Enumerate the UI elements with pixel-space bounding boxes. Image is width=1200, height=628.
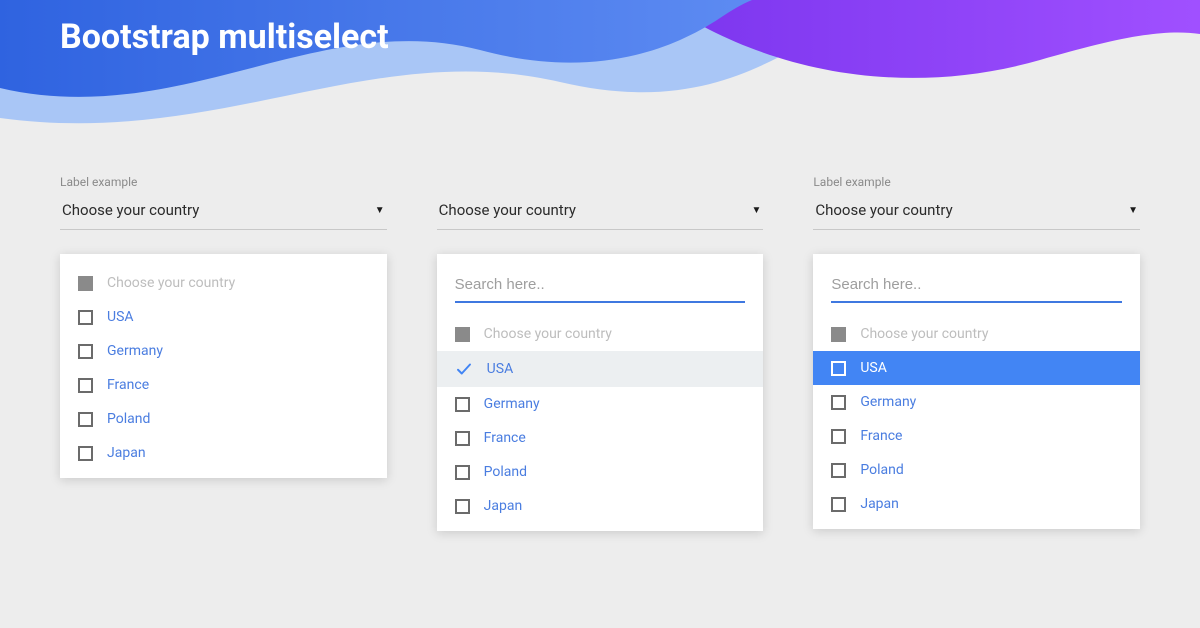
caret-down-icon: ▼ xyxy=(751,205,761,216)
search-wrap xyxy=(437,266,764,317)
checkbox-icon xyxy=(455,397,470,412)
option-usa[interactable]: USA xyxy=(813,351,1140,385)
option-usa[interactable]: USA xyxy=(437,351,764,387)
page-title: Bootstrap multiselect xyxy=(60,18,389,57)
hero-banner: Bootstrap multiselect xyxy=(0,0,1200,160)
select-all-indicator xyxy=(78,276,93,291)
search-input[interactable] xyxy=(831,272,1122,303)
option-placeholder: Choose your country xyxy=(813,317,1140,351)
option-placeholder: Choose your country xyxy=(60,266,387,300)
caret-down-icon: ▼ xyxy=(375,205,385,216)
select-all-indicator xyxy=(455,327,470,342)
checkbox-icon xyxy=(78,310,93,325)
checkbox-icon xyxy=(831,497,846,512)
option-poland[interactable]: Poland xyxy=(60,402,387,436)
option-japan[interactable]: Japan xyxy=(813,487,1140,521)
option-japan[interactable]: Japan xyxy=(437,489,764,523)
checkbox-icon xyxy=(455,499,470,514)
multiselect-highlight: Label example Choose your country ▼ Choo… xyxy=(813,175,1140,529)
field-label: Label example xyxy=(813,175,1140,189)
multiselect-searchable: Label example Choose your country ▼ Choo… xyxy=(437,175,764,531)
dropdown-panel: Choose your country USA Germany France P… xyxy=(60,254,387,478)
select-all-indicator xyxy=(831,327,846,342)
checkbox-icon xyxy=(78,344,93,359)
option-usa[interactable]: USA xyxy=(60,300,387,334)
checkbox-icon xyxy=(455,465,470,480)
select-trigger[interactable]: Choose your country ▼ xyxy=(437,195,764,230)
checkbox-icon xyxy=(78,412,93,427)
option-france[interactable]: France xyxy=(813,419,1140,453)
option-placeholder: Choose your country xyxy=(437,317,764,351)
select-value: Choose your country xyxy=(815,201,952,219)
option-germany[interactable]: Germany xyxy=(813,385,1140,419)
option-france[interactable]: France xyxy=(437,421,764,455)
dropdown-panel: Choose your country USA Germany France P… xyxy=(813,254,1140,529)
examples-row: Label example Choose your country ▼ Choo… xyxy=(60,175,1140,531)
check-icon xyxy=(455,360,473,378)
checkbox-icon xyxy=(831,429,846,444)
multiselect-basic: Label example Choose your country ▼ Choo… xyxy=(60,175,387,478)
checkbox-icon xyxy=(78,378,93,393)
option-poland[interactable]: Poland xyxy=(813,453,1140,487)
option-japan[interactable]: Japan xyxy=(60,436,387,470)
field-label: Label example xyxy=(60,175,387,189)
checkbox-icon xyxy=(455,431,470,446)
select-trigger[interactable]: Choose your country ▼ xyxy=(60,195,387,230)
option-germany[interactable]: Germany xyxy=(60,334,387,368)
checkbox-icon xyxy=(831,463,846,478)
option-poland[interactable]: Poland xyxy=(437,455,764,489)
search-wrap xyxy=(813,266,1140,317)
select-value: Choose your country xyxy=(439,201,576,219)
select-value: Choose your country xyxy=(62,201,199,219)
dropdown-panel: Choose your country USA Germany France P… xyxy=(437,254,764,531)
checkbox-icon xyxy=(831,361,846,376)
select-trigger[interactable]: Choose your country ▼ xyxy=(813,195,1140,230)
caret-down-icon: ▼ xyxy=(1128,205,1138,216)
checkbox-icon xyxy=(831,395,846,410)
checkbox-icon xyxy=(78,446,93,461)
search-input[interactable] xyxy=(455,272,746,303)
option-germany[interactable]: Germany xyxy=(437,387,764,421)
option-france[interactable]: France xyxy=(60,368,387,402)
